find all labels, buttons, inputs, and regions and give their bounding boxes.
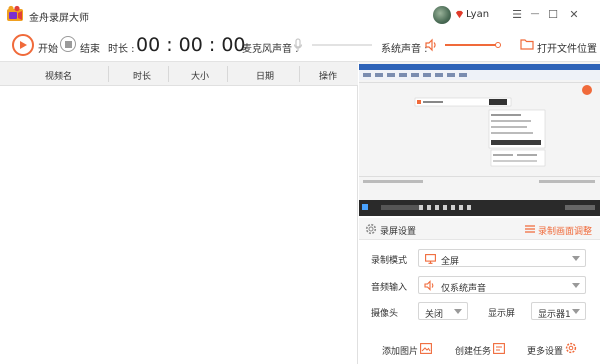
column-divider: [299, 66, 300, 82]
minimize-button[interactable]: —: [527, 6, 543, 22]
display-label: 显示屏: [488, 309, 516, 319]
image-icon[interactable]: [420, 343, 432, 357]
create-task-button[interactable]: 创建任务: [455, 344, 491, 357]
more-settings-button[interactable]: 更多设置: [527, 344, 563, 357]
speaker-icon[interactable]: [424, 38, 438, 55]
chevron-down-icon: [572, 283, 580, 288]
recording-settings-header: 录屏设置 录制画面调整: [359, 218, 600, 240]
duration-label: 时长 :: [108, 44, 135, 55]
username[interactable]: Lyan: [466, 9, 489, 20]
record-mode-select[interactable]: 全屏: [418, 249, 586, 267]
play-icon: [20, 41, 27, 49]
mic-volume-label: 麦克风声音 :: [242, 44, 299, 55]
column-video-name[interactable]: 视频名: [45, 69, 72, 82]
microphone-icon[interactable]: [293, 38, 303, 55]
title-bar: 金舟录屏大师 Lyan ☰ — ☐ ✕: [0, 0, 600, 30]
avatar[interactable]: [433, 6, 451, 24]
display-value: 显示器1: [538, 310, 571, 320]
system-volume-handle[interactable]: [495, 42, 501, 48]
camera-value: 关闭: [425, 310, 444, 320]
app-title: 金舟录屏大师: [29, 13, 89, 24]
column-divider: [168, 66, 169, 82]
display-select[interactable]: 显示器1: [531, 302, 586, 320]
camera-label: 摄像头: [371, 309, 399, 319]
column-duration[interactable]: 时长: [133, 69, 151, 82]
menu-icon[interactable]: ☰: [509, 6, 525, 22]
file-list[interactable]: [0, 86, 358, 364]
toolbar: 开始 结束 时长 : 00 : 00 : 00 麦克风声音 : 系统声音 : 打…: [0, 30, 600, 62]
column-divider: [108, 66, 109, 82]
recording-timer: 00 : 00 : 00: [136, 34, 246, 56]
column-actions: 操作: [319, 72, 338, 82]
record-mode-label: 录制模式: [371, 256, 408, 266]
chevron-down-icon: [454, 309, 462, 314]
audio-input-select[interactable]: 仅系统声音: [418, 276, 586, 294]
maximize-button[interactable]: ☐: [545, 6, 561, 22]
adjust-icon[interactable]: [524, 223, 536, 238]
start-record-button[interactable]: [12, 34, 34, 56]
settings-title: 录屏设置: [380, 227, 417, 237]
adjust-recording-area-button[interactable]: 录制画面调整: [538, 224, 592, 237]
stop-icon: [64, 40, 72, 48]
system-sound-label: 系统声音 :: [381, 44, 428, 55]
system-volume-slider[interactable]: [445, 44, 498, 46]
column-size[interactable]: 大小: [191, 69, 209, 82]
column-date[interactable]: 日期: [256, 69, 274, 82]
audio-input-label: 音频输入: [371, 283, 408, 293]
start-label[interactable]: 开始: [38, 40, 58, 55]
monitor-icon: [425, 254, 436, 267]
gear-icon: [365, 223, 377, 238]
vip-badge-icon: [455, 10, 464, 19]
camera-select[interactable]: 关闭: [418, 302, 468, 320]
speaker-icon: [424, 280, 436, 294]
file-list-header: 视频名 时长 大小 日期 操作: [0, 62, 358, 86]
mic-volume-slider[interactable]: [312, 44, 372, 46]
chevron-down-icon: [572, 309, 580, 314]
open-folder-button[interactable]: 打开文件位置: [537, 40, 597, 55]
app-logo-icon: [6, 5, 24, 23]
record-mode-value: 全屏: [441, 257, 460, 267]
column-divider: [227, 66, 228, 82]
screen-preview: [359, 62, 600, 216]
settings-gear-icon[interactable]: [565, 342, 577, 357]
taskbar-preview: [359, 200, 600, 216]
task-icon[interactable]: [493, 343, 505, 357]
add-image-button[interactable]: 添加图片: [382, 344, 418, 357]
folder-icon[interactable]: [520, 38, 534, 53]
audio-input-value: 仅系统声音: [441, 284, 487, 294]
stop-label[interactable]: 结束: [80, 40, 100, 55]
stop-record-button[interactable]: [60, 36, 76, 52]
chevron-down-icon: [572, 256, 580, 261]
close-button[interactable]: ✕: [566, 6, 582, 22]
